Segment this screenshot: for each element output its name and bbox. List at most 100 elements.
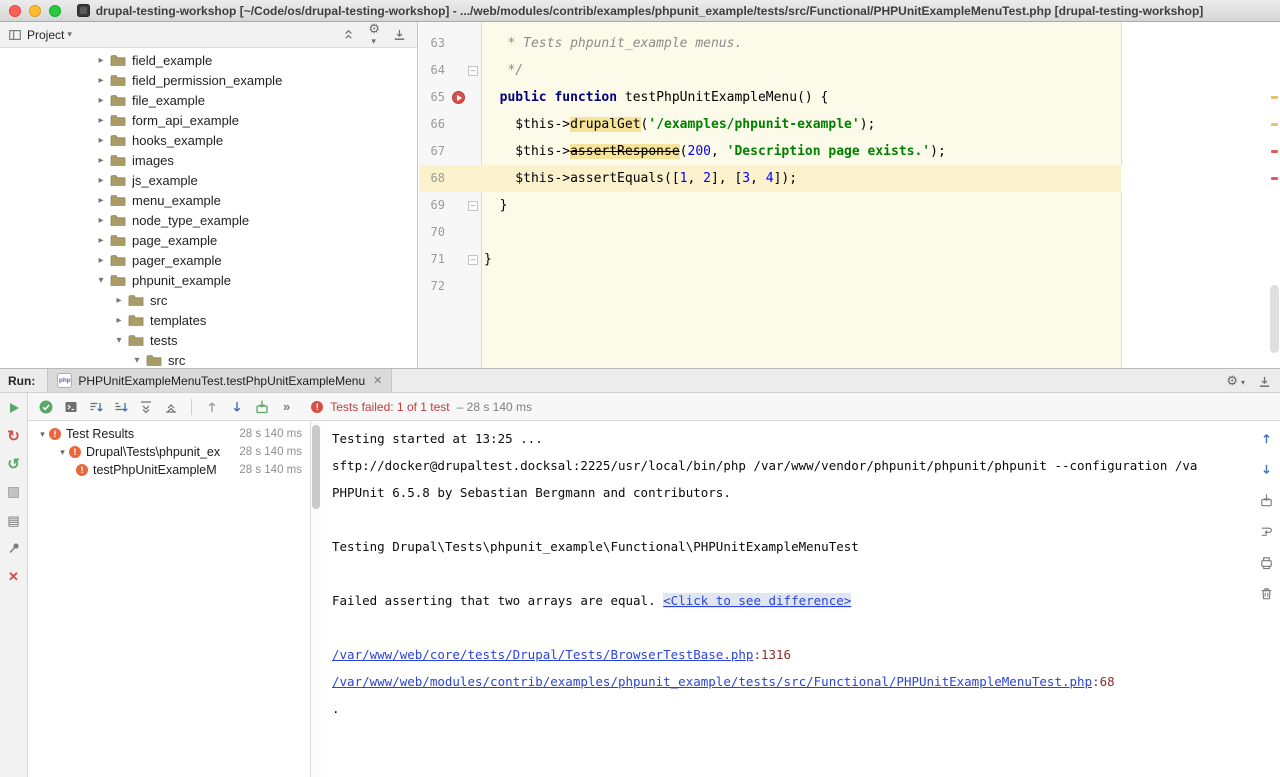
- run-tab[interactable]: php PHPUnitExampleMenuTest.testPhpUnitEx…: [47, 369, 392, 392]
- chevron-right-icon[interactable]: ▸: [95, 235, 107, 246]
- chevron-right-icon[interactable]: ▸: [95, 175, 107, 186]
- next-failed-test-icon[interactable]: [229, 399, 245, 415]
- hide-tool-window-icon[interactable]: [1257, 374, 1272, 389]
- code-line[interactable]: $this->assertEquals([1, 2], [3, 4]);: [481, 165, 1280, 192]
- warning-stripe-mark[interactable]: [1271, 123, 1278, 126]
- show-console-icon[interactable]: [63, 399, 79, 415]
- project-tree-item[interactable]: ▸src: [0, 290, 417, 310]
- soft-wrap-icon[interactable]: [1259, 524, 1274, 544]
- test-tree-item[interactable]: ▾!Test Results28 s 140 ms: [28, 425, 310, 443]
- editor-gutter: 63: [419, 30, 481, 57]
- console-link[interactable]: /var/www/web/core/tests/Drupal/Tests/Bro…: [332, 647, 753, 662]
- error-stripe-mark[interactable]: [1271, 150, 1278, 153]
- code-line[interactable]: [481, 273, 1280, 300]
- hide-panel-icon[interactable]: [392, 27, 407, 42]
- error-stripe-mark[interactable]: [1271, 177, 1278, 180]
- project-tree-item[interactable]: ▸form_api_example: [0, 110, 417, 130]
- code-line[interactable]: public function testPhpUnitExampleMenu()…: [481, 84, 1280, 111]
- chevron-down-icon[interactable]: ▾: [131, 355, 143, 366]
- chevron-down-icon[interactable]: ▾: [36, 429, 49, 440]
- chevron-right-icon[interactable]: ▸: [95, 135, 107, 146]
- stop-icon[interactable]: [6, 484, 22, 500]
- test-console[interactable]: Testing started at 13:25 ...sftp://docke…: [321, 421, 1252, 777]
- toggle-auto-test-icon[interactable]: ↺: [6, 456, 22, 472]
- code-line[interactable]: }: [481, 246, 1280, 273]
- collapse-all-icon[interactable]: [163, 399, 179, 415]
- up-the-stack-trace-icon[interactable]: [1259, 431, 1274, 451]
- project-tree-item[interactable]: ▸node_type_example: [0, 210, 417, 230]
- project-tree-item[interactable]: ▸pager_example: [0, 250, 417, 270]
- chevron-down-icon[interactable]: ▾: [113, 335, 125, 346]
- chevron-right-icon[interactable]: ▸: [113, 315, 125, 326]
- fold-marker-icon[interactable]: –: [468, 66, 478, 76]
- sort-by-duration-icon[interactable]: [88, 399, 104, 415]
- code-line[interactable]: [481, 219, 1280, 246]
- chevron-right-icon[interactable]: ▸: [95, 215, 107, 226]
- import-test-results-icon[interactable]: [254, 399, 270, 415]
- close-tab-icon[interactable]: ✕: [373, 374, 382, 387]
- project-tree-item[interactable]: ▸templates: [0, 310, 417, 330]
- project-tree-item[interactable]: ▸js_example: [0, 170, 417, 190]
- chevron-right-icon[interactable]: ▸: [95, 255, 107, 266]
- export-console-icon[interactable]: [1259, 493, 1274, 513]
- chevron-right-icon[interactable]: ▸: [95, 95, 107, 106]
- sort-alphabetically-icon[interactable]: [113, 399, 129, 415]
- code-line[interactable]: * Tests phpunit_example menus.: [481, 30, 1280, 57]
- zoom-window-button[interactable]: [49, 5, 61, 17]
- project-tree-item[interactable]: ▸ images: [0, 150, 417, 170]
- more-actions-icon[interactable]: »: [283, 399, 290, 414]
- chevron-right-icon[interactable]: ▸: [113, 295, 125, 306]
- project-tree-item[interactable]: ▸field_example: [0, 50, 417, 70]
- fold-marker-icon[interactable]: –: [468, 201, 478, 211]
- test-tree-item[interactable]: !testPhpUnitExampleM28 s 140 ms: [28, 461, 310, 479]
- project-tree-item[interactable]: ▸file_example: [0, 90, 417, 110]
- project-tree-item[interactable]: ▸menu_example: [0, 190, 417, 210]
- code-line[interactable]: $this->drupalGet('/examples/phpunit-exam…: [481, 111, 1280, 138]
- chevron-down-icon[interactable]: ▾: [67, 29, 72, 40]
- project-tree-item[interactable]: ▾phpunit_example: [0, 270, 417, 290]
- project-tree-item[interactable]: ▸field_permission_example: [0, 70, 417, 90]
- previous-failed-test-icon[interactable]: [204, 399, 220, 415]
- chevron-right-icon[interactable]: ▸: [95, 195, 107, 206]
- console-link[interactable]: /var/www/web/modules/contrib/examples/ph…: [332, 674, 1092, 689]
- folder-name: images: [132, 153, 174, 168]
- chevron-right-icon[interactable]: ▸: [95, 75, 107, 86]
- project-tree-item[interactable]: ▸page_example: [0, 230, 417, 250]
- chevron-right-icon[interactable]: ▸: [95, 115, 107, 126]
- project-tree-item[interactable]: ▸hooks_example: [0, 130, 417, 150]
- chevron-right-icon[interactable]: ▸: [95, 155, 107, 166]
- test-run-marker-icon[interactable]: [452, 91, 465, 104]
- minimize-window-button[interactable]: [29, 5, 41, 17]
- rerun-failed-tests-icon[interactable]: ↻: [6, 428, 22, 444]
- tree-scrollbar[interactable]: [311, 421, 321, 777]
- project-panel-title[interactable]: Project: [27, 28, 64, 42]
- close-run-panel-icon[interactable]: ✕: [6, 568, 22, 584]
- settings-icon[interactable]: ⚙▾: [368, 22, 380, 48]
- print-console-icon[interactable]: [1259, 555, 1274, 575]
- chevron-down-icon[interactable]: ▾: [95, 275, 107, 286]
- rerun-test-icon[interactable]: [6, 400, 22, 416]
- fold-marker-icon[interactable]: –: [468, 255, 478, 265]
- close-window-button[interactable]: [9, 5, 21, 17]
- down-the-stack-trace-icon[interactable]: [1259, 462, 1274, 482]
- project-tree-item[interactable]: ▾src: [0, 350, 417, 368]
- code-line[interactable]: }: [481, 192, 1280, 219]
- console-line: .: [332, 695, 1252, 722]
- console-link[interactable]: <Click to see difference>: [663, 593, 851, 608]
- code-line[interactable]: $this->assertResponse(200, 'Description …: [481, 138, 1280, 165]
- chevron-down-icon[interactable]: ▾: [56, 447, 69, 458]
- project-tree-item[interactable]: ▾tests: [0, 330, 417, 350]
- restore-layout-icon[interactable]: ▤: [6, 512, 22, 528]
- collapse-all-icon[interactable]: [341, 27, 356, 42]
- editor-scrollbar[interactable]: [1270, 285, 1279, 353]
- pin-tab-icon[interactable]: [6, 540, 22, 556]
- code-editor[interactable]: 63 * Tests phpunit_example menus.64– */6…: [419, 22, 1280, 368]
- tool-window-settings-icon[interactable]: ⚙▾: [1226, 373, 1245, 389]
- expand-all-icon[interactable]: [138, 399, 154, 415]
- test-tree-item[interactable]: ▾!Drupal\Tests\phpunit_ex28 s 140 ms: [28, 443, 310, 461]
- clear-console-icon[interactable]: [1259, 586, 1274, 606]
- chevron-right-icon[interactable]: ▸: [95, 55, 107, 66]
- code-line[interactable]: */: [481, 57, 1280, 84]
- warning-stripe-mark[interactable]: [1271, 96, 1278, 99]
- show-passed-icon[interactable]: [38, 399, 54, 415]
